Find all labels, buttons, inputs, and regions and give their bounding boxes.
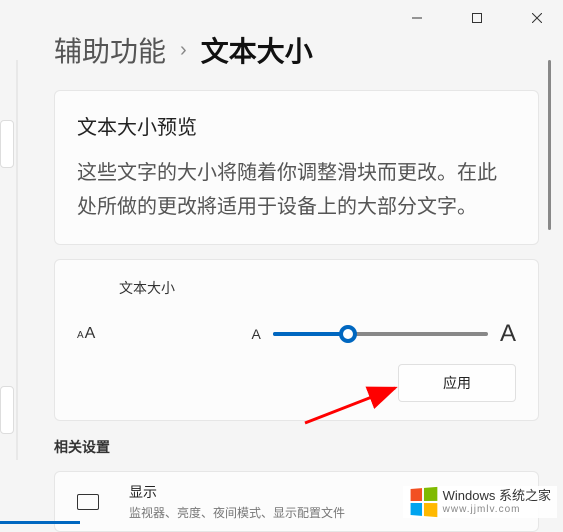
apply-button[interactable]: 应用 bbox=[398, 364, 516, 402]
breadcrumb: 辅助功能 › 文本大小 bbox=[54, 30, 539, 70]
slider-row: AA A A bbox=[77, 320, 516, 348]
slider-min-glyph: A bbox=[251, 326, 260, 342]
chevron-right-icon: › bbox=[180, 39, 187, 62]
slider-label: 文本大小 bbox=[119, 278, 516, 298]
close-button[interactable] bbox=[519, 4, 555, 32]
preview-title: 文本大小预览 bbox=[77, 111, 516, 140]
breadcrumb-parent[interactable]: 辅助功能 bbox=[54, 30, 166, 70]
windows-logo-icon bbox=[410, 487, 437, 517]
slider-thumb[interactable] bbox=[339, 325, 357, 343]
watermark-url: www.jjmlv.com bbox=[443, 504, 551, 515]
main-content: 辅助功能 › 文本大小 文本大小预览 这些文字的大小将随着你调整滑块而更改。在此… bbox=[0, 30, 563, 532]
text-size-slider[interactable] bbox=[273, 332, 488, 336]
related-display-subtitle: 监视器、亮度、夜间模式、显示配置文件 bbox=[129, 504, 345, 521]
breadcrumb-current: 文本大小 bbox=[201, 30, 313, 70]
left-scroll-thumb-2[interactable] bbox=[0, 386, 14, 434]
text-size-preview-card: 文本大小预览 这些文字的大小将随着你调整滑块而更改。在此处所做的更改將适用于设备… bbox=[54, 90, 539, 245]
slider-max-glyph: A bbox=[500, 320, 516, 348]
slider-fill bbox=[273, 332, 348, 336]
maximize-button[interactable] bbox=[459, 4, 495, 32]
minimize-button[interactable] bbox=[399, 4, 435, 32]
left-edge bbox=[16, 60, 18, 460]
text-size-icon: AA bbox=[77, 325, 99, 343]
scrollbar-thumb[interactable] bbox=[548, 60, 551, 230]
watermark-title: Windows 系统之家 bbox=[443, 489, 551, 503]
related-display-title: 显示 bbox=[129, 482, 345, 502]
monitor-icon bbox=[77, 494, 99, 510]
related-section-title: 相关设置 bbox=[54, 437, 539, 457]
preview-body: 这些文字的大小将随着你调整滑块而更改。在此处所做的更改將适用于设备上的大部分文字… bbox=[77, 156, 516, 224]
left-scroll-thumb[interactable] bbox=[0, 120, 14, 168]
watermark: Windows 系统之家 www.jjmlv.com bbox=[403, 486, 557, 518]
text-size-slider-card: 文本大小 AA A A 应用 bbox=[54, 259, 539, 421]
